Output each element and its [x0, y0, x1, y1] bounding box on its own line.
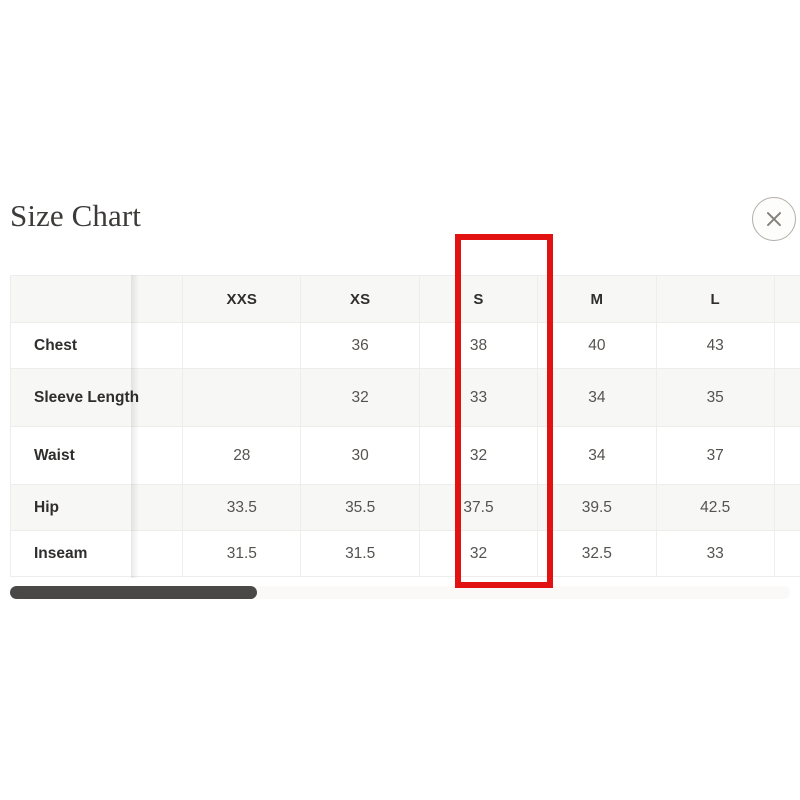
table-row: Waist 28 30 32 34 37 40 44 30 [10, 426, 800, 485]
row-label-waist: Waist [10, 426, 184, 485]
cell-hip-l: 42.5 [655, 484, 775, 531]
cell-chest-xxs [182, 322, 302, 369]
size-table-scroll-region[interactable]: XXS XS S M L XL XXL XS Sh Chest 36 38 40 [10, 275, 800, 578]
horizontal-scrollbar[interactable] [10, 586, 790, 599]
cell-hip-xxs: 33.5 [182, 484, 302, 531]
cell-inseam-m: 32.5 [537, 530, 657, 577]
cell-waist-xs: 30 [300, 426, 420, 485]
size-chart-modal: Size Chart XXS XS S M L XL XXL XS Sh [0, 175, 800, 600]
cell-hip-xs: 35.5 [300, 484, 420, 531]
cell-waist-xxs: 28 [182, 426, 302, 485]
cell-sleeve-l: 35 [655, 368, 775, 427]
table-row: Inseam 31.5 31.5 32 32.5 33 33 33 29.5 [10, 530, 800, 577]
table-head: XXS XS S M L XL XXL XS Sh [10, 275, 800, 323]
row-label-hip: Hip [10, 484, 184, 531]
close-button[interactable] [752, 197, 796, 241]
table-row: Hip 33.5 35.5 37.5 39.5 42.5 45.5 49.5 3… [10, 484, 800, 531]
row-label-inseam: Inseam [10, 530, 184, 577]
table-row: Sleeve Length 32 33 34 35 36 37 32 [10, 368, 800, 427]
column-header-xs: XS [300, 275, 420, 323]
column-header-s: S [418, 275, 539, 323]
cell-sleeve-xxs [182, 368, 302, 427]
cell-hip-s: 37.5 [418, 484, 539, 531]
table-row: Chest 36 38 40 43 46 50 36 [10, 322, 800, 369]
cell-hip-m: 39.5 [537, 484, 657, 531]
cell-chest-xl: 46 [773, 322, 800, 369]
close-x-icon [753, 198, 795, 240]
cell-chest-l: 43 [655, 322, 775, 369]
modal-header: Size Chart [0, 175, 800, 270]
cell-inseam-s: 32 [418, 530, 539, 577]
column-header-m: M [537, 275, 657, 323]
column-header-xxs: XXS [182, 275, 302, 323]
cell-sleeve-m: 34 [537, 368, 657, 427]
cell-sleeve-xs: 32 [300, 368, 420, 427]
cell-sleeve-s: 33 [418, 368, 539, 427]
cell-waist-xl: 40 [773, 426, 800, 485]
page-title: Size Chart [10, 198, 141, 233]
cell-chest-xs: 36 [300, 322, 420, 369]
cell-inseam-xs: 31.5 [300, 530, 420, 577]
cell-inseam-xl: 33 [773, 530, 800, 577]
cell-hip-xl: 45.5 [773, 484, 800, 531]
table-body: Chest 36 38 40 43 46 50 36 Sleeve Length… [10, 322, 800, 577]
cell-chest-m: 40 [537, 322, 657, 369]
cell-inseam-l: 33 [655, 530, 775, 577]
column-header-l: L [655, 275, 775, 323]
cell-inseam-xxs: 31.5 [182, 530, 302, 577]
column-header-blank [10, 275, 184, 323]
cell-waist-m: 34 [537, 426, 657, 485]
row-label-chest: Chest [10, 322, 184, 369]
row-label-sleeve-length: Sleeve Length [10, 368, 184, 427]
cell-chest-s: 38 [418, 322, 539, 369]
scrollbar-thumb[interactable] [10, 586, 257, 599]
table-header-row: XXS XS S M L XL XXL XS Sh [10, 275, 800, 323]
cell-sleeve-xl: 36 [773, 368, 800, 427]
size-chart-table: XXS XS S M L XL XXL XS Sh Chest 36 38 40 [10, 275, 800, 577]
cell-waist-s: 32 [418, 426, 539, 485]
cell-waist-l: 37 [655, 426, 775, 485]
column-header-xl: XL [773, 275, 800, 323]
